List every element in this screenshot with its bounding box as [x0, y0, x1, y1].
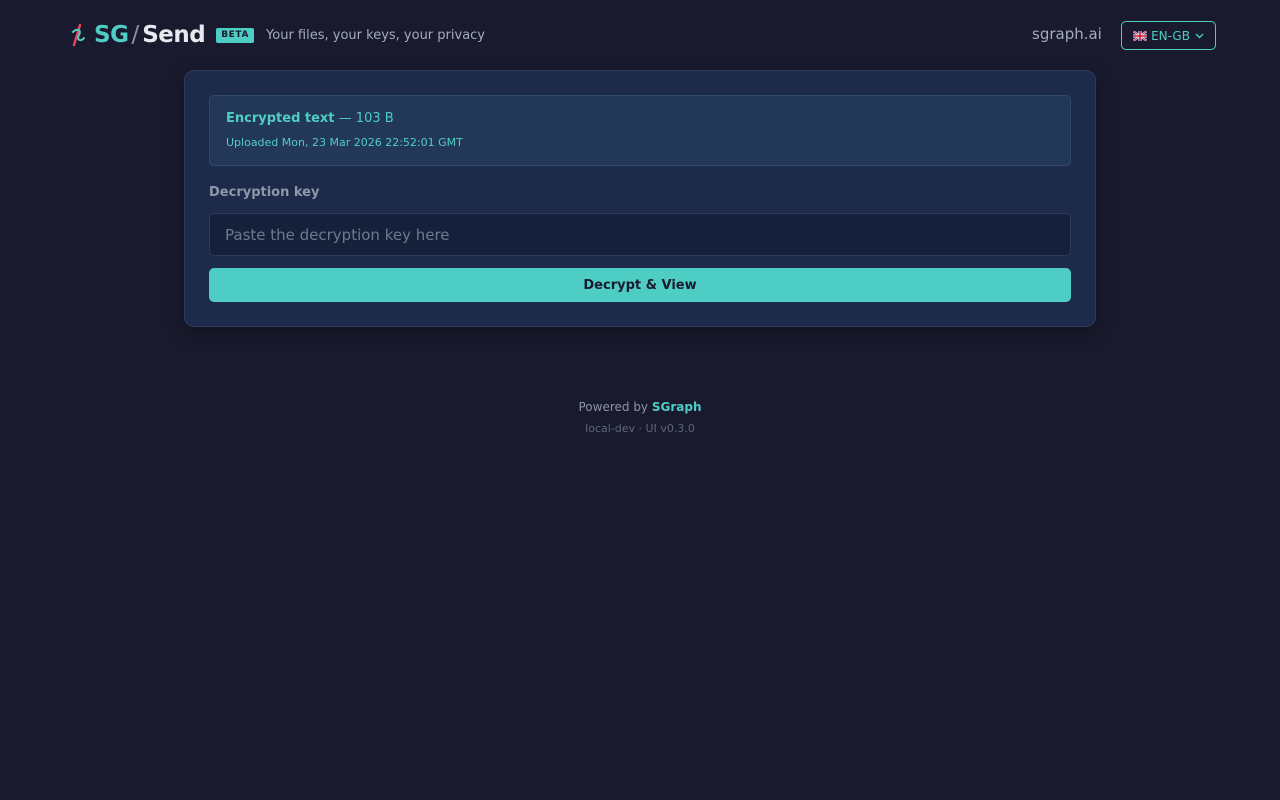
- file-info-title: Encrypted text — 103 B: [226, 111, 394, 126]
- tagline: Your files, your keys, your privacy: [266, 27, 485, 43]
- decryption-key-label: Decryption key: [209, 185, 320, 200]
- decrypt-view-button[interactable]: Decrypt & View: [209, 268, 1071, 302]
- decryption-key-input[interactable]: [209, 213, 1071, 256]
- file-size-text: — 103 B: [334, 111, 394, 126]
- beta-badge: BETA: [216, 27, 255, 43]
- site-link[interactable]: sgraph.ai: [1032, 25, 1102, 43]
- file-info-box: Encrypted text — 103 B Uploaded Mon, 23 …: [209, 95, 1071, 166]
- upload-timestamp: Uploaded Mon, 23 Mar 2026 22:52:01 GMT: [226, 136, 463, 149]
- version-text: local-dev · UI v0.3.0: [585, 422, 695, 435]
- page-footer: Powered by SGraph local-dev · UI v0.3.0: [0, 400, 1280, 435]
- logo-slash: /: [131, 22, 140, 48]
- decrypt-card: Encrypted text — 103 B Uploaded Mon, 23 …: [184, 70, 1096, 327]
- language-selector[interactable]: EN-GB: [1121, 21, 1216, 50]
- logo-send-text: Send: [142, 22, 206, 48]
- chevron-down-icon: [1195, 33, 1204, 38]
- file-type-label: Encrypted text: [226, 111, 335, 126]
- app-header: SG / Send BETA Your files, your keys, yo…: [0, 0, 1280, 70]
- powered-prefix: Powered by: [578, 400, 652, 414]
- powered-by: Powered by SGraph: [0, 400, 1280, 414]
- logo[interactable]: SG / Send BETA Your files, your keys, yo…: [68, 20, 485, 50]
- sgraph-link[interactable]: SGraph: [652, 400, 702, 414]
- language-label: EN-GB: [1151, 28, 1190, 43]
- logo-mark-icon: [72, 23, 85, 47]
- uk-flag-icon: [1133, 30, 1148, 41]
- logo-sg-text: SG: [94, 22, 129, 48]
